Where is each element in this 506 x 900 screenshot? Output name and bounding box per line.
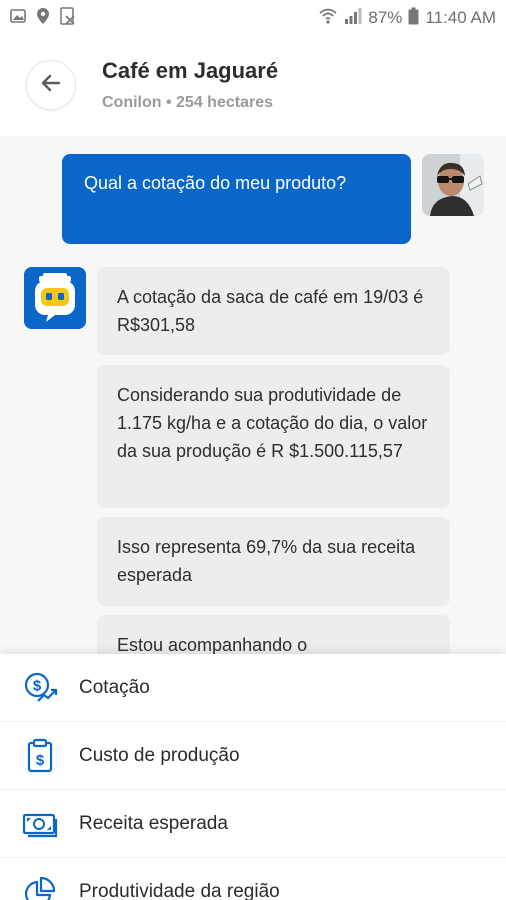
image-notification-icon (10, 8, 26, 29)
menu-item-label: Produtividade da região (79, 881, 280, 900)
clock: 11:40 AM (425, 8, 496, 27)
quick-actions-menu: $ Cotação $ Custo de produção Receita es… (0, 654, 506, 900)
money-bill-icon (22, 806, 58, 842)
location-pin-icon (36, 7, 50, 30)
user-avatar (422, 154, 484, 216)
bot-message: A cotação da saca de café em 19/03 é R$3… (97, 267, 450, 355)
signal-icon (344, 7, 362, 30)
menu-item-label: Custo de produção (79, 744, 240, 766)
back-button[interactable] (26, 60, 76, 110)
battery-percent: 87% (368, 8, 403, 27)
svg-text:$: $ (33, 677, 42, 694)
wifi-icon (318, 7, 338, 30)
bot-message: Isso representa 69,7% da sua receita esp… (97, 517, 450, 606)
menu-item-custo-de-producao[interactable]: $ Custo de produção (0, 722, 506, 790)
menu-item-label: Receita esperada (79, 812, 228, 834)
page-title: Café em Jaguaré (102, 58, 279, 83)
conversation-header: Café em Jaguaré Conilon • 254 hectares (0, 36, 506, 136)
price-trend-icon: $ (22, 670, 58, 706)
arrow-left-icon (39, 71, 63, 100)
bot-avatar (24, 267, 86, 329)
status-bar: 87% 11:40 AM (0, 0, 506, 36)
menu-item-cotacao[interactable]: $ Cotação (0, 654, 506, 722)
bot-message: Considerando sua produtividade de 1.175 … (97, 365, 450, 508)
menu-item-label: Cotação (79, 676, 150, 698)
pie-chart-icon (22, 874, 58, 900)
menu-item-receita-esperada[interactable]: Receita esperada (0, 790, 506, 858)
svg-text:$: $ (36, 752, 45, 769)
chat-area[interactable]: Qual a cotação do meu produto? A cotação… (0, 136, 506, 654)
bot-message: Estou acompanhando o (97, 615, 450, 654)
menu-item-produtividade-da-regiao[interactable]: Produtividade da região (0, 858, 506, 900)
page-subtitle: Conilon • 254 hectares (102, 94, 273, 111)
clipboard-dollar-icon: $ (22, 738, 58, 774)
prescription-icon (60, 6, 76, 30)
battery-icon (408, 7, 419, 30)
user-message: Qual a cotação do meu produto? (62, 154, 411, 244)
